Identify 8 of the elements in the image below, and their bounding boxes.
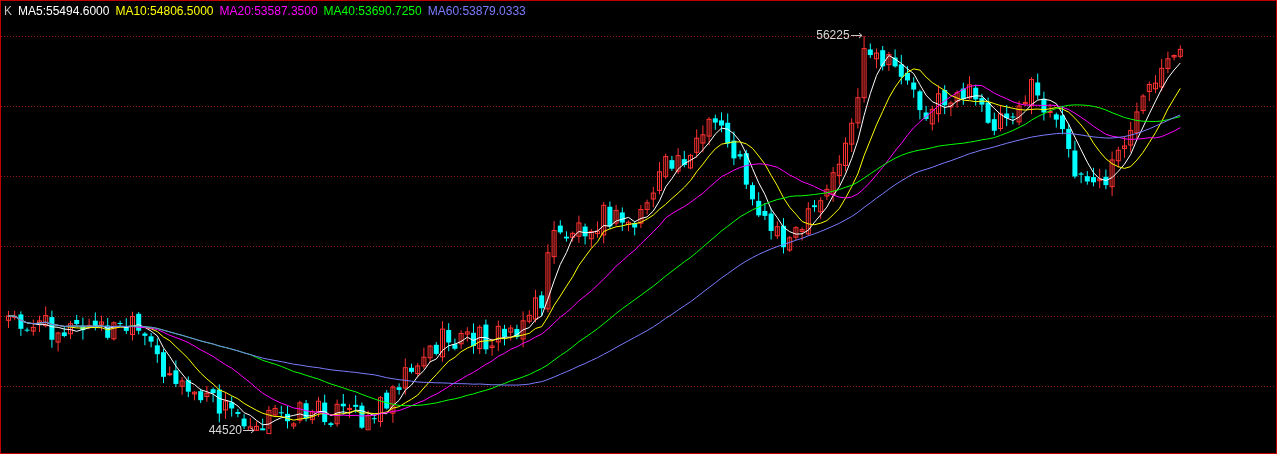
high-price-label: 56225: [816, 29, 850, 41]
period-label[interactable]: K: [4, 5, 12, 17]
low-price-label: 44520: [208, 424, 242, 436]
legend-item: MA10:54806.5000: [115, 5, 214, 17]
legend-item: MA40:53690.7250: [323, 5, 422, 17]
legend-item: MA20:53587.3500: [219, 5, 318, 17]
legend-item: MA60:53879.0333: [427, 5, 526, 17]
legend-item: MA5:55494.6000: [18, 5, 110, 17]
